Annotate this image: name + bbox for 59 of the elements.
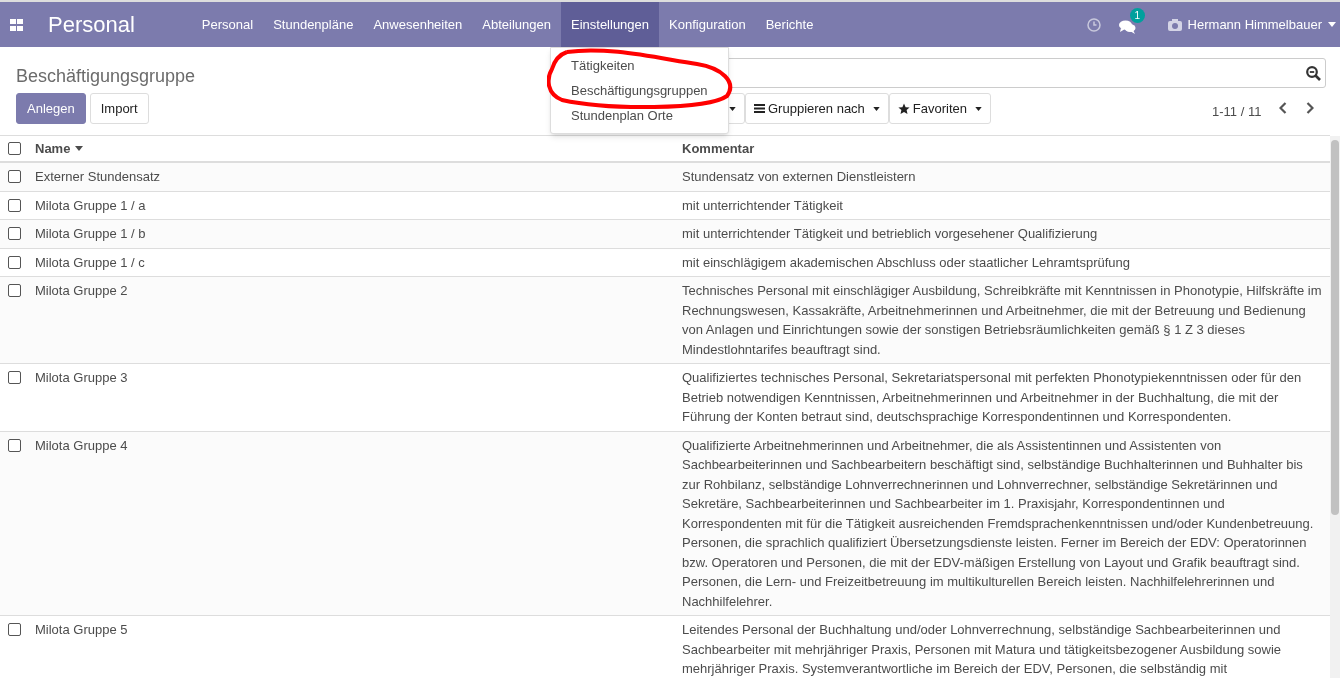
favorites-button[interactable]: Favoriten bbox=[888, 93, 992, 124]
row-checkbox[interactable] bbox=[8, 227, 21, 240]
import-button[interactable]: Import bbox=[89, 93, 149, 124]
row-checkbox[interactable] bbox=[8, 284, 21, 297]
table-cell-text: mit einschlägigem akademischen Abschluss oder staatlicher Lehramtsprüfung bbox=[682, 253, 1131, 272]
nav-menu-item[interactable]: Stundenpläne bbox=[263, 2, 364, 47]
chat-icon[interactable] bbox=[1118, 19, 1136, 34]
table-cell-text: Stundensatz von externen Dienstleistern bbox=[682, 168, 917, 186]
row-checkbox[interactable] bbox=[8, 623, 21, 636]
message-count-badge: 1 bbox=[1129, 7, 1146, 23]
table-cell-text: Externer Stundensatz bbox=[35, 168, 162, 186]
pager-value[interactable]: 1-11 / 11 bbox=[1212, 102, 1262, 122]
table-cell-text: Leitendes Personal der Buchhaltung und/oder Lohnverrechnung, selbständige Sachbearbeiterinnen und Sachbearbeiter mit mehrjähriger Praxis, Personen mit Matura und tätigkeitsbezogener Ausbildung sowie mehrjähriger Praxis. Systemverantwortliche im Bereich der EDV, Personen, die selbständig mit bbox=[682, 621, 1283, 678]
nav-menu-item[interactable]: Personal bbox=[191, 2, 264, 47]
next-page-icon[interactable] bbox=[1306, 102, 1314, 114]
caret-icon[interactable] bbox=[872, 106, 880, 111]
table-cell-text: Milota Gruppe 4 bbox=[35, 436, 129, 455]
table-cell-text: Milota Gruppe 1 / c bbox=[35, 253, 146, 272]
group-by-button[interactable]: Gruppieren nach bbox=[745, 93, 889, 124]
apps-menu-icon[interactable] bbox=[10, 18, 23, 31]
list-icon bbox=[754, 104, 765, 113]
dropdown-item[interactable]: Tätigkeiten bbox=[551, 53, 728, 78]
caret-icon[interactable] bbox=[975, 106, 983, 111]
table-cell-text: Qualifiziertes technisches Personal, Sekretariatspersonal mit perfekten Phonotypiekenntnissen oder für den Betrieb notwendigen Kenntnissen, Arbeitnehmerinnen und Arbeitnehmer in der Buchhaltung, die mit der Führung der Konten betraut sind, deutschsprachige Korrespondentinnen und Korrespondenten. bbox=[682, 369, 1303, 426]
scrollbar[interactable] bbox=[1330, 136, 1340, 678]
row-checkbox[interactable] bbox=[8, 371, 21, 384]
create-button[interactable]: Anlegen bbox=[16, 93, 86, 124]
previous-page-icon[interactable] bbox=[1279, 102, 1287, 114]
table-cell-text: Milota Gruppe 1 / b bbox=[35, 225, 147, 243]
nav-menu-item[interactable]: Abteilungen bbox=[472, 2, 561, 47]
column-header[interactable]: Kommentar bbox=[682, 138, 755, 159]
table-cell-text: Technisches Personal mit einschlägiger Ausbildung, Schreibkräfte mit Kenntnissen in Phonotypie, Hilfskräfte im Rechnungswesen, Kassakräfte, Arbeitnehmerinnen und Arbeitnehmer, die mit der Betreuung und Bedienung von Anlagen und Einrichtungen sowie der sonstigen Betriebsräumlichkeiten gemäß § 1 Z 3 dieses Mindestlohntarifes beauftragt sind. bbox=[682, 282, 1323, 359]
caret-icon[interactable] bbox=[729, 106, 736, 111]
nav-menu-item[interactable]: Konfiguration bbox=[659, 2, 756, 47]
select-all-checkbox[interactable] bbox=[8, 142, 21, 155]
nav-menu-item[interactable]: Anwesenheiten bbox=[363, 2, 473, 47]
search-icon[interactable] bbox=[1306, 65, 1321, 81]
table-cell-text: Milota Gruppe 2 bbox=[35, 282, 129, 300]
table-cell-text: mit unterrichtender Tätigkeit und betrieblich vorgesehener Qualifizierung bbox=[682, 225, 1099, 243]
star-icon bbox=[897, 102, 910, 115]
row-checkbox[interactable] bbox=[8, 255, 21, 269]
table-cell-text: Milota Gruppe 3 bbox=[35, 369, 129, 387]
table-cell-text: Qualifizierte Arbeitnehmerinnen und Arbeitnehmer, die als Assistentinnen und Assistenten von Sachbearbeiterinnen und Sachbearbeitern beschäftigt sind, selbständige Buchhalterinnen und Buhhalter bis zur Rohbilanz, selbständige Lohnverrechnerinnen und Lohnverrechner, selbständige Sekretärinnen und Sekretäre, Sachbearbeiterinnen und Sachbearbeiter im 1. Praxisjahr, Korrespondentinnen und Korrespondenten mit für die Tätigkeit ausreichenden Fremdsprachenkenntnissen und/oder Kundenbetreuung. Personen, die sprachlich qualifiziert Übersetzungsdienste leisten. Ferner im Bereich der EDV: Operatorinnen bzw. Operatoren und Personen, die mit der EDV-mäßigen Erstellung von Layout und Grafik beauftragt sind. Personen, die Lern- und Freizeitbetreuung im multikulturellen Bereich leisten. Nachhilfelehrerinnen und Nachhilfelehrer. bbox=[682, 436, 1315, 611]
row-checkbox[interactable] bbox=[8, 198, 21, 212]
dropdown-item[interactable]: Stundenplan Orte bbox=[551, 103, 728, 128]
dropdown-item[interactable]: Beschäftigungsgruppen bbox=[551, 78, 728, 103]
nav-menu-item[interactable]: Berichte bbox=[755, 2, 824, 47]
table-cell-text: Milota Gruppe 1 / a bbox=[35, 196, 147, 215]
table-cell-text: mit unterrichtender Tätigkeit bbox=[682, 196, 844, 215]
column-header[interactable]: Name bbox=[35, 138, 71, 159]
camera-icon bbox=[1167, 18, 1182, 31]
row-checkbox[interactable] bbox=[8, 170, 21, 183]
table-cell-text: Milota Gruppe 5 bbox=[35, 621, 129, 639]
breadcrumb-title: Beschäftigungsgruppe bbox=[16, 65, 196, 88]
nav-menu-item[interactable]: Einstellungen bbox=[561, 2, 660, 47]
sort-caret-icon[interactable] bbox=[75, 146, 84, 151]
row-checkbox[interactable] bbox=[8, 438, 21, 452]
app-title: Personal bbox=[48, 11, 135, 39]
user-menu[interactable]: Hermann Himmelbauer bbox=[1187, 14, 1322, 35]
